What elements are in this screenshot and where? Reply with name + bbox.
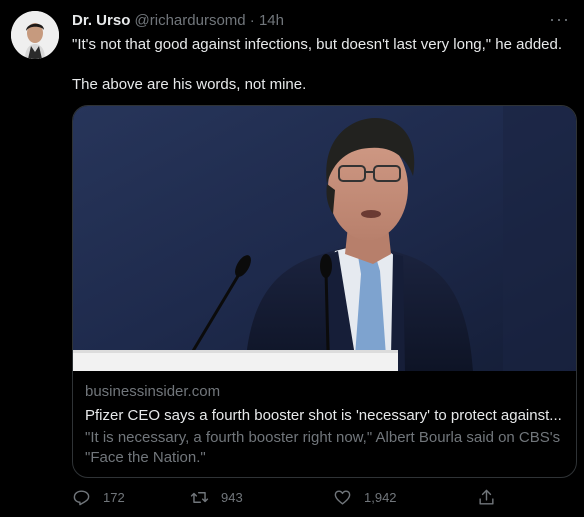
more-icon[interactable]: ··· xyxy=(549,10,570,28)
timestamp[interactable]: 14h xyxy=(259,12,284,29)
tweet: Dr. Urso @richardursomd · 14h ··· "It's … xyxy=(0,0,584,517)
retweet-button[interactable]: 943 xyxy=(190,488,243,507)
heart-icon xyxy=(334,490,351,505)
card-image xyxy=(73,106,576,371)
link-card[interactable]: businessinsider.com Pfizer CEO says a fo… xyxy=(72,105,577,478)
reply-icon xyxy=(73,490,90,506)
tweet-header: Dr. Urso @richardursomd · 14h xyxy=(72,11,544,31)
card-domain: businessinsider.com xyxy=(85,383,221,400)
card-description: "It is necessary, a fourth booster right… xyxy=(85,429,561,466)
reply-button[interactable]: 172 xyxy=(72,488,125,507)
display-name[interactable]: Dr. Urso xyxy=(72,12,130,29)
like-count: 1,942 xyxy=(364,490,397,505)
tweet-text-line: "It's not that good against infections, … xyxy=(72,36,563,53)
reply-count: 172 xyxy=(103,490,125,505)
user-handle[interactable]: @richardursomd xyxy=(135,12,246,29)
tweet-text-line: The above are his words, not mine. xyxy=(72,76,307,93)
share-icon xyxy=(479,489,494,505)
separator-dot: · xyxy=(249,12,255,29)
like-button[interactable]: 1,942 xyxy=(333,488,397,507)
retweet-icon xyxy=(190,492,209,503)
card-body: businessinsider.com Pfizer CEO says a fo… xyxy=(85,382,564,468)
avatar-photo xyxy=(11,11,59,59)
card-title: Pfizer CEO says a fourth booster shot is… xyxy=(85,407,562,424)
tweet-text: "It's not that good against infections, … xyxy=(72,35,577,95)
retweet-count: 943 xyxy=(221,490,243,505)
tweet-actions: 172 943 1,942 xyxy=(72,488,502,516)
share-button[interactable] xyxy=(477,488,508,507)
avatar[interactable] xyxy=(11,11,59,59)
